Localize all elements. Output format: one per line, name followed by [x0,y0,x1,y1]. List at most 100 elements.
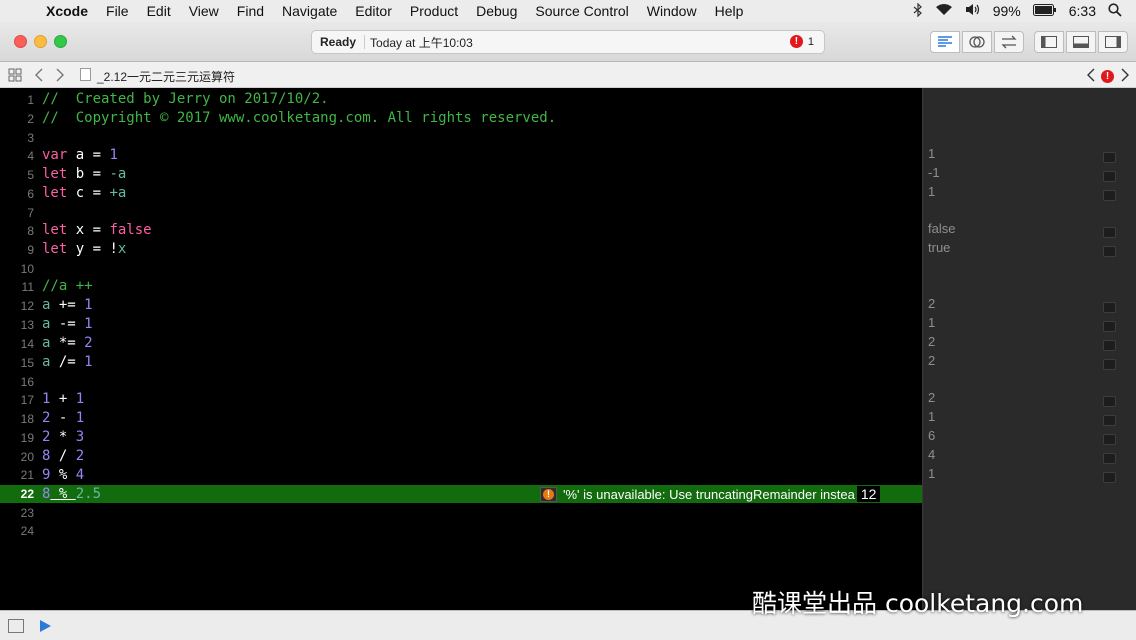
quick-look-button[interactable] [1103,190,1116,201]
debug-panel-icon [1073,36,1089,48]
forward-icon[interactable] [55,68,65,85]
volume-icon[interactable] [965,3,981,19]
code-text: *= [50,335,85,351]
quick-look-button[interactable] [1103,396,1116,407]
assistant-editor-button[interactable] [962,31,992,53]
code-line-12: a += 1 [42,296,93,315]
run-playground-icon[interactable] [40,620,51,632]
line-number: 7 [27,206,34,220]
quick-look-button[interactable] [1103,415,1116,426]
result-value: 1 [928,184,936,199]
quick-look-button[interactable] [1103,359,1116,370]
inline-error-message[interactable]: ! '%' is unavailable: Use truncatingRema… [540,485,881,503]
quick-look-button[interactable] [1103,152,1116,163]
number-literal: 1 [84,316,93,332]
minimize-window-button[interactable] [34,35,47,48]
activity-viewer[interactable]: Ready Today at 上午10:03 ! 1 [311,30,825,54]
breadcrumb-filename[interactable]: _2.12一元二元三元运算符 [97,68,235,85]
menubar-clock[interactable]: 6:33 [1069,3,1096,19]
search-icon[interactable] [1108,2,1122,20]
toggle-utilities-button[interactable] [1098,31,1128,53]
wifi-icon[interactable] [935,3,953,19]
menu-navigate[interactable]: Navigate [273,3,346,19]
menu-xcode[interactable]: Xcode [44,3,97,19]
result-value: true [928,240,951,255]
keyword: false [109,222,152,238]
issue-error-icon[interactable]: ! [1101,68,1114,83]
quick-look-button[interactable] [1103,227,1116,238]
variable-ref: -a [109,166,127,182]
menu-debug[interactable]: Debug [467,3,526,19]
error-count: 1 [807,35,814,48]
build-time: Today at 上午10:03 [370,35,473,50]
close-window-button[interactable] [14,35,27,48]
keyword: let [42,241,68,257]
toggle-navigator-button[interactable] [1034,31,1064,53]
result-value: 1 [928,315,936,330]
watermark: 酷课堂出品 coolketang.com [752,589,1084,618]
zoom-window-button[interactable] [54,35,67,48]
quick-look-button[interactable] [1103,434,1116,445]
code-text: % [50,486,76,502]
quick-look-button[interactable] [1103,472,1116,483]
line-number: 3 [27,131,34,145]
line-number: 12 [20,299,34,313]
menu-source-control[interactable]: Source Control [526,3,637,19]
menu-help[interactable]: Help [706,3,753,19]
quick-look-button[interactable] [1103,302,1116,313]
line-number: 23 [20,506,34,520]
result-value: -1 [928,165,940,180]
quick-look-button[interactable] [1103,321,1116,332]
number-literal: 4 [75,467,85,483]
code-text: += [50,297,85,313]
line-number: 10 [20,262,34,276]
result-value: 6 [928,428,936,443]
warning-badge[interactable]: ! [540,486,557,502]
code-text: /= [50,354,85,370]
menu-edit[interactable]: Edit [138,3,180,19]
menu-view[interactable]: View [180,3,228,19]
code-text: -= [50,316,85,332]
menu-file[interactable]: File [97,3,138,19]
version-editor-icon [1001,35,1017,49]
keyword: let [42,166,68,182]
code-comment-line: // Copyright © 2017 www.coolketang.com. … [42,110,557,126]
line-number: 17 [20,393,34,407]
error-icon: ! [789,35,803,48]
standard-editor-button[interactable] [930,31,960,53]
window-toolbar: Ready Today at 上午10:03 ! 1 [0,22,1136,62]
code-line-4: var a = 1 [42,146,118,165]
related-items-icon[interactable] [8,68,22,85]
activity-divider [364,35,365,49]
version-editor-button[interactable] [994,31,1024,53]
code-editor[interactable]: 1 2 3 4 5 6 7 8 9 10 11 12 13 14 15 16 1… [0,88,922,610]
quick-look-button[interactable] [1103,453,1116,464]
line-number: 15 [20,356,34,370]
number-literal: 3 [75,429,85,445]
error-indicator[interactable]: ! 1 [789,35,814,48]
toggle-debug-area-button[interactable] [1066,31,1096,53]
standard-editor-icon [938,36,952,47]
quick-look-button[interactable] [1103,171,1116,182]
code-line-15: a /= 1 [42,353,93,372]
line-number: 13 [20,318,34,332]
line-number: 2 [27,112,34,126]
menu-bar: Xcode File Edit View Find Navigate Edito… [0,0,1136,22]
quick-look-button[interactable] [1103,340,1116,351]
menu-editor[interactable]: Editor [346,3,401,19]
keyword: var [42,147,68,163]
quick-look-button[interactable] [1103,246,1116,257]
code-text: + [50,391,76,407]
hide-debug-area-icon[interactable] [8,619,24,633]
menu-find[interactable]: Find [228,3,273,19]
code-text: / [50,448,76,464]
number-literal: 1 [84,297,93,313]
battery-icon[interactable] [1032,3,1057,19]
menu-product[interactable]: Product [401,3,467,19]
previous-issue-icon[interactable] [1086,68,1096,85]
back-icon[interactable] [34,68,44,85]
bluetooth-icon[interactable] [913,2,923,20]
menu-window[interactable]: Window [638,3,706,19]
next-issue-icon[interactable] [1120,68,1130,85]
line-number: 11 [21,280,34,294]
